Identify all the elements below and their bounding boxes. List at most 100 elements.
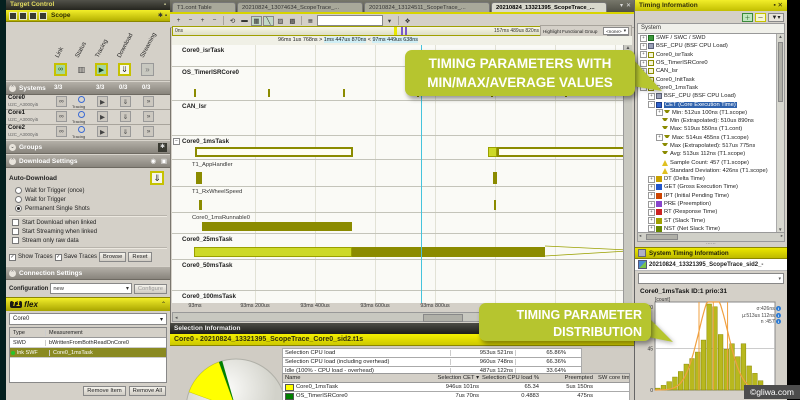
download-settings-header[interactable]: ⌃ Download Settings ◉ ▣ (6, 154, 170, 168)
dropdown-icon[interactable]: ▾ (384, 16, 395, 26)
zoom-in-y-icon[interactable]: + (197, 16, 208, 26)
remove-parameter-button[interactable]: － (755, 13, 766, 22)
system-timing-information-bar[interactable]: System Timing Information (635, 247, 787, 259)
toolbar-combo[interactable] (317, 15, 383, 26)
configuration-select[interactable]: new ▾ (50, 283, 132, 294)
zoom-out-y-icon[interactable]: − (209, 16, 220, 26)
tree-item[interactable]: +RT (Response Time) (638, 208, 784, 216)
measure-icon[interactable]: ▬ (239, 16, 250, 26)
streaming-button[interactable]: » (143, 126, 154, 137)
tree-item[interactable]: +IPT (Initial Pending Time) (638, 192, 784, 200)
collapse-icon[interactable]: ⌃ (9, 158, 16, 165)
expander-icon[interactable]: + (648, 217, 655, 224)
tree-item[interactable]: Max: 519us 550ns (T1.cont) (638, 125, 784, 133)
scope-mini-tab-3[interactable] (29, 12, 37, 20)
tree-item[interactable]: Max (Extrapolated): 517us 775ns (638, 142, 784, 150)
panel-controls[interactable]: ▪ ✕ (773, 0, 783, 11)
trace-tab[interactable]: 20210824_13321395_ScopeTrace_... (491, 2, 607, 12)
tracing-all-button[interactable]: ▶ (95, 63, 108, 76)
close-tab-icon[interactable]: ✕ (626, 2, 631, 9)
collapse-icon[interactable]: ⌃ (9, 85, 16, 92)
filter-icon[interactable]: ▼▾ (768, 13, 784, 22)
expander-icon[interactable]: − (173, 138, 180, 145)
trace-row-core0_100mstask[interactable]: Core0_100msTask (172, 291, 632, 303)
scope-mini-tab-4[interactable] (39, 12, 47, 20)
trace-file-item[interactable]: 20210824_13321395_ScopeTrace_sid2_- (635, 259, 787, 271)
scroll-left-icon[interactable]: ◂ (175, 315, 178, 321)
info-icon[interactable]: i (776, 319, 781, 324)
tree-item[interactable]: +GET (Gross Execution Time) (638, 183, 784, 191)
collapse-icon[interactable]: ⌃ (161, 301, 166, 308)
trace-row-core0_1msrunnable0[interactable]: Core0_1msRunnable0 (172, 213, 632, 234)
trace-select-combo[interactable]: ▾ (638, 273, 784, 284)
streaming-button[interactable]: » (143, 111, 154, 122)
tree-item[interactable]: +DT (Delta Time) (638, 175, 784, 183)
overview-view-marker[interactable] (394, 27, 397, 35)
expander-icon[interactable]: + (640, 35, 647, 42)
system-column-header[interactable]: System (637, 23, 785, 34)
pin-icon[interactable]: ▪ (165, 13, 167, 19)
checkbox[interactable]: ✓ (9, 254, 16, 261)
tracing-status-icon[interactable] (78, 96, 85, 103)
tree-item[interactable]: +BSF_CPU (BSF CPU Load) (638, 42, 784, 50)
trace-row-core0_50mstask[interactable]: Core0_50msTask (172, 260, 632, 291)
highlight-group-select[interactable]: <none> ▾ (603, 27, 629, 35)
t1-flex-header[interactable]: T1 flex ⌃ (6, 297, 170, 311)
trace-tab[interactable]: T1.cont Table (172, 2, 236, 12)
tree-item[interactable]: +SWF / SWC / SWD (638, 34, 784, 42)
zoom-in-icon[interactable]: + (173, 16, 184, 26)
add-parameter-button[interactable]: ＋ (742, 13, 753, 22)
tree-item[interactable]: +Max: 514us 455ns (T1.scope) (638, 134, 784, 142)
link-all-button[interactable]: ∞ (54, 63, 67, 76)
pattern-icon[interactable]: ▨ (275, 16, 286, 26)
tree-item[interactable]: +Min: 512us 100ns (T1.scope) (638, 109, 784, 117)
systems-section-header[interactable]: ⌃ Systems 3/3 3/3 0/3 0/3 (6, 81, 170, 95)
trace-row-can_isr[interactable]: CAN_Isr (172, 101, 632, 136)
expander-icon[interactable]: + (648, 225, 655, 232)
tree-item[interactable]: Min (Extrapolated): 510us 890ns (638, 117, 784, 125)
tracing-button[interactable]: ▶ (97, 96, 108, 107)
expander-icon[interactable]: + (648, 176, 655, 183)
expander-icon[interactable]: + (648, 209, 655, 216)
tab-list-chevron-icon[interactable]: ▾ (620, 2, 623, 9)
expander-icon[interactable]: + (648, 184, 655, 191)
selection-table-row[interactable]: Core0_1msTask946us 101ns65.345us 150ns (282, 383, 630, 392)
tree-horizontal-scrollbar[interactable]: ◂▸ (637, 233, 785, 242)
grid-toggle-icon[interactable]: ▦ (251, 16, 262, 26)
tracing-button[interactable]: ▶ (97, 126, 108, 137)
trace-tab[interactable]: 20210824_13074634_ScopeTrace_... (237, 2, 363, 12)
info-icon[interactable]: i (776, 306, 781, 311)
radio-off[interactable] (15, 187, 22, 194)
browse-button[interactable]: Browse (99, 252, 126, 262)
overview-cursor-marker-2[interactable] (405, 27, 407, 35)
trace-overview-strip[interactable]: 0ns 157ms 489us 820ns (172, 26, 542, 36)
collapse-icon[interactable]: ⌄ (9, 144, 16, 151)
column-header[interactable]: Selection CPU load % (481, 375, 541, 381)
zoom-out-icon[interactable]: − (185, 16, 196, 26)
slope-tool-icon[interactable]: ╲ (263, 16, 274, 26)
download-now-button[interactable]: ⇓ (150, 171, 164, 185)
tree-item[interactable]: Sample Count: 457 (T1.scope) (638, 158, 784, 166)
checkbox[interactable] (12, 228, 19, 235)
info-icon[interactable]: i (776, 313, 781, 318)
gear-icon[interactable]: ✱ (158, 143, 167, 152)
tree-item[interactable]: Avg: 513us 112ns (T1.scope) (638, 150, 784, 158)
column-header[interactable]: SW core time (595, 375, 629, 381)
groups-section-header[interactable]: ⌄ Groups ✱ (6, 140, 170, 154)
flex-core-select[interactable]: Core0 ▾ (9, 313, 167, 325)
scope-mini-tab-2[interactable] (19, 12, 27, 20)
trace-tab[interactable]: 20210824_13124511_ScopeTrace_... (364, 2, 490, 12)
column-header[interactable]: Preempted (541, 375, 595, 381)
radio-off[interactable] (15, 196, 22, 203)
expander-icon[interactable]: + (656, 134, 663, 141)
collapse-icon[interactable]: ⌃ (9, 270, 16, 277)
checkbox[interactable]: ✓ (55, 254, 62, 261)
tracing-status-icon[interactable] (78, 126, 85, 133)
eye-icon[interactable]: ◉ (150, 157, 156, 165)
tracing-button[interactable]: ▶ (97, 111, 108, 122)
trace-row-core0_25mstask[interactable]: Core0_25msTask (172, 234, 632, 260)
reset-button[interactable]: Reset (128, 252, 151, 262)
settings-icon[interactable]: ❖ (402, 16, 413, 26)
streaming-button[interactable]: » (143, 96, 154, 107)
trace-row-core0_1mstask[interactable]: −Core0_1msTask (172, 136, 632, 160)
